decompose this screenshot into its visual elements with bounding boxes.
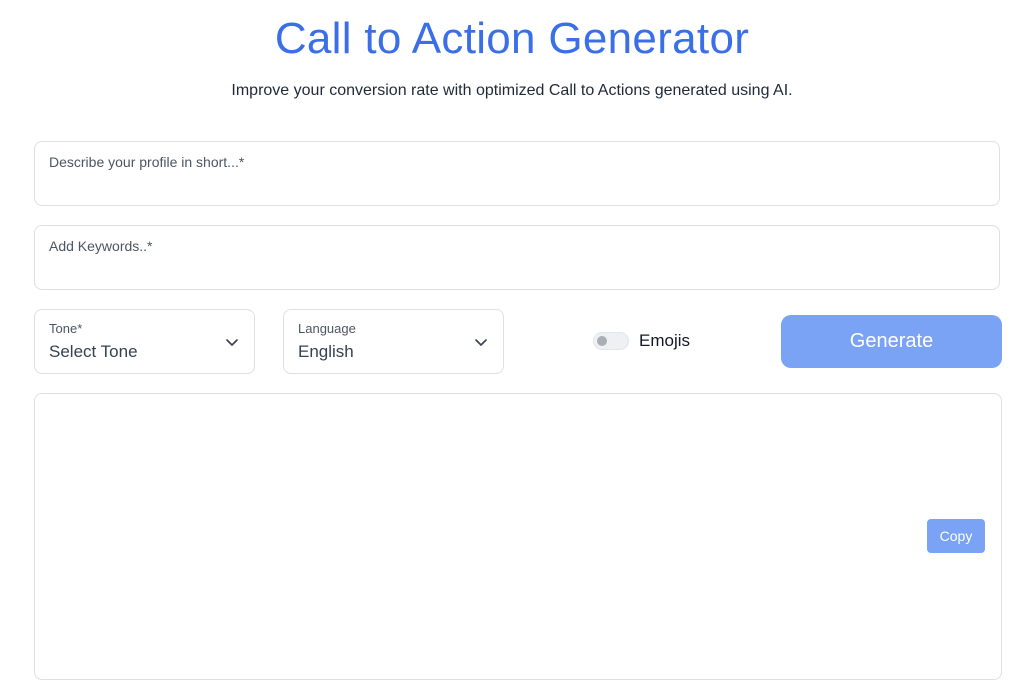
- emojis-toggle[interactable]: [593, 332, 629, 350]
- output-area[interactable]: Copy: [34, 393, 1002, 680]
- page-title: Call to Action Generator: [274, 14, 750, 63]
- language-select-label: Language: [298, 321, 356, 336]
- keywords-input-label: Add Keywords..*: [49, 238, 153, 254]
- language-select[interactable]: Language English: [283, 309, 504, 374]
- profile-input[interactable]: Describe your profile in short...*: [34, 141, 1000, 206]
- tone-select[interactable]: Tone* Select Tone: [34, 309, 255, 374]
- generate-button[interactable]: Generate: [781, 315, 1002, 368]
- page-subtitle: Improve your conversion rate with optimi…: [231, 82, 793, 99]
- emojis-toggle-label: Emojis: [639, 331, 691, 350]
- tone-select-value: Select Tone: [49, 342, 138, 361]
- chevron-down-icon: [475, 339, 487, 346]
- keywords-input[interactable]: Add Keywords..*: [34, 225, 1000, 290]
- chevron-down-icon: [226, 339, 238, 346]
- copy-button[interactable]: Copy: [927, 519, 985, 553]
- tone-select-label: Tone*: [49, 321, 83, 336]
- toggle-knob: [597, 336, 607, 346]
- profile-input-label: Describe your profile in short...*: [49, 154, 245, 170]
- language-select-value: English: [298, 342, 354, 361]
